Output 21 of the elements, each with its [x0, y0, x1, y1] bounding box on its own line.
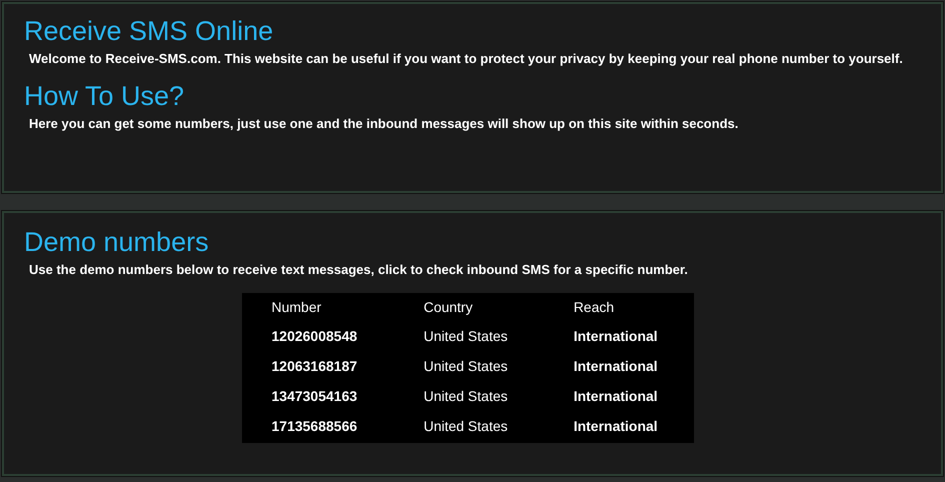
phone-number[interactable]: 13473054163: [242, 381, 394, 411]
reach-cell: International: [544, 351, 694, 381]
reach-cell: International: [544, 381, 694, 411]
reach-cell: International: [544, 321, 694, 351]
welcome-text: Welcome to Receive-SMS.com. This website can be useful if you want to protect your privacy by keeping your real phone number to yourself.: [29, 52, 904, 65]
phone-number[interactable]: 17135688566: [242, 411, 394, 443]
section-heading: Demo numbers: [24, 226, 210, 259]
column-header: Number: [242, 293, 394, 321]
demo-text: Use the demo numbers below to receive text messages, click to check inbound SMS for a specific number.: [29, 263, 689, 276]
country-cell: United States: [394, 351, 544, 381]
column-header: Country: [394, 293, 544, 321]
page-heading: Receive SMS Online: [24, 15, 274, 48]
phone-number[interactable]: 12063168187: [242, 351, 394, 381]
country-cell: United States: [394, 411, 544, 443]
phone-number[interactable]: 12026008548: [242, 321, 394, 351]
country-cell: United States: [394, 381, 544, 411]
column-header: Reach: [544, 293, 694, 321]
country-cell: United States: [394, 321, 544, 351]
section-heading: How To Use?: [24, 80, 186, 113]
usage-text: Here you can get some numbers, just use one and the inbound messages will show up on this site within seconds.: [29, 117, 740, 130]
reach-cell: International: [544, 411, 694, 443]
